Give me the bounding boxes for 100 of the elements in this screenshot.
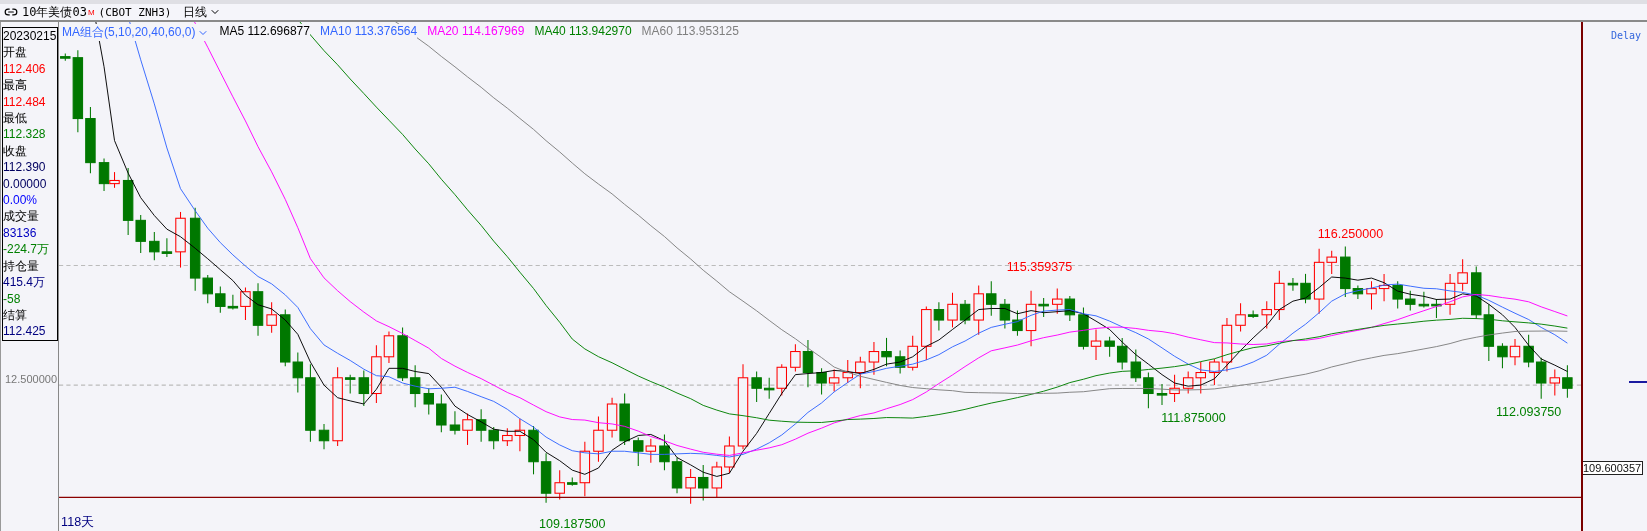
- info-label: 最低: [3, 110, 28, 127]
- candlestick: [1012, 310, 1023, 337]
- info-value: 0.00%: [3, 192, 39, 209]
- candlestick: [1523, 334, 1534, 368]
- price-label: 116.250000: [1317, 227, 1384, 242]
- candlestick: [671, 457, 683, 494]
- price-label: 111.875000: [1161, 410, 1226, 425]
- candlestick: [1261, 300, 1272, 329]
- candlestick: [397, 326, 408, 382]
- price-label: 112.093750: [1495, 404, 1562, 419]
- candlestick: [959, 299, 971, 325]
- price-label: 115.359375: [1006, 259, 1073, 274]
- candlestick: [999, 298, 1011, 329]
- candlestick: [1366, 280, 1377, 311]
- candlestick: [907, 335, 918, 371]
- candlestick: [1418, 291, 1430, 308]
- cursor-value: 109.600357: [1581, 461, 1644, 475]
- candlestick: [462, 412, 473, 446]
- delay-status: Delay: [1610, 30, 1641, 41]
- candlestick: [855, 356, 866, 389]
- candlestick: [540, 452, 552, 504]
- info-label: 20230215: [3, 28, 57, 45]
- info-label: 最高: [3, 77, 28, 94]
- candlestick: [449, 410, 461, 435]
- candlestick: [1509, 338, 1521, 366]
- candlestick: [436, 394, 447, 433]
- candlestick: [645, 438, 657, 464]
- candlestick: [1052, 288, 1063, 315]
- info-label: 收盘: [3, 142, 28, 160]
- info-label: 结算: [3, 306, 28, 324]
- price-marker: [1629, 381, 1647, 383]
- info-label: 持仓量: [3, 257, 40, 275]
- candlestick: [633, 437, 644, 467]
- candlestick: [423, 387, 434, 416]
- candlestick: [816, 367, 827, 396]
- candlestick: [175, 211, 186, 269]
- candlestick: [947, 292, 958, 328]
- candlestick: [711, 461, 723, 498]
- candlestick: [1169, 374, 1180, 403]
- candlestick: [554, 469, 565, 501]
- candlestick: [1483, 303, 1495, 362]
- candlestick: [894, 349, 906, 375]
- info-value: 112.390: [3, 159, 47, 176]
- candlestick: [973, 284, 984, 336]
- candlestick: [1064, 295, 1076, 322]
- candlestick: [619, 393, 630, 446]
- instrument-title: 10年美债03: [22, 3, 87, 21]
- price-label: 109.187500: [539, 516, 606, 531]
- candlestick: [1549, 368, 1561, 397]
- candlestick: [528, 425, 539, 475]
- info-value: 83136: [3, 224, 38, 242]
- candlestick: [266, 301, 277, 334]
- candlestick: [280, 309, 291, 367]
- candlestick: [881, 337, 892, 367]
- info-value: 112.328: [3, 126, 47, 143]
- candlestick: [1562, 364, 1573, 399]
- candlestick: [828, 368, 840, 392]
- candlestick: [1457, 258, 1468, 292]
- candlestick: [1431, 298, 1442, 319]
- candlestick: [161, 237, 173, 258]
- info-value: 415.4万: [3, 274, 47, 291]
- link-icon[interactable]: [4, 5, 18, 19]
- title-superscript: M: [87, 7, 95, 17]
- candlestick: [318, 423, 330, 450]
- info-value: 112.484: [3, 93, 47, 111]
- legend-item: MA10 113.376564: [319, 24, 418, 41]
- candlestick: [1143, 372, 1154, 409]
- candlestick: [685, 468, 696, 505]
- period-dropdown[interactable]: 日线: [183, 3, 222, 21]
- candlestick: [697, 464, 709, 502]
- candlestick: [1130, 348, 1142, 383]
- info-value: 0.00000: [3, 175, 48, 193]
- day-count: 118天: [61, 514, 95, 529]
- candlestick: [842, 359, 853, 384]
- info-label: 成交量: [3, 208, 40, 225]
- candlestick: [1392, 280, 1403, 310]
- info-value: -224.7万: [3, 241, 51, 258]
- candlestick: [1078, 306, 1089, 350]
- instrument-code: (CBOT ZNH3): [98, 5, 172, 19]
- candlestick: [593, 416, 604, 463]
- candlestick: [1535, 357, 1547, 400]
- candlestick: [1090, 328, 1102, 361]
- candlestick: [659, 433, 670, 471]
- candlestick: [724, 436, 735, 474]
- info-value: 112.425: [3, 323, 47, 340]
- candlestick: [1274, 270, 1285, 321]
- candlestick: [1156, 383, 1168, 406]
- candlestick: [868, 341, 880, 376]
- candlestick: [1405, 290, 1416, 312]
- candlestick: [1378, 273, 1390, 302]
- candlestick: [149, 231, 160, 261]
- info-value: 112.406: [3, 60, 47, 78]
- candlestick: [1471, 266, 1482, 320]
- candlestick: [1497, 342, 1508, 369]
- candlestick: [1444, 273, 1456, 316]
- ma-group-dropdown[interactable]: MA组合(5,10,20,40,60,0): [62, 24, 210, 41]
- candlestick: [606, 397, 618, 439]
- candlestick: [986, 280, 997, 317]
- candlestick: [85, 106, 96, 174]
- info-value: -58: [3, 290, 22, 307]
